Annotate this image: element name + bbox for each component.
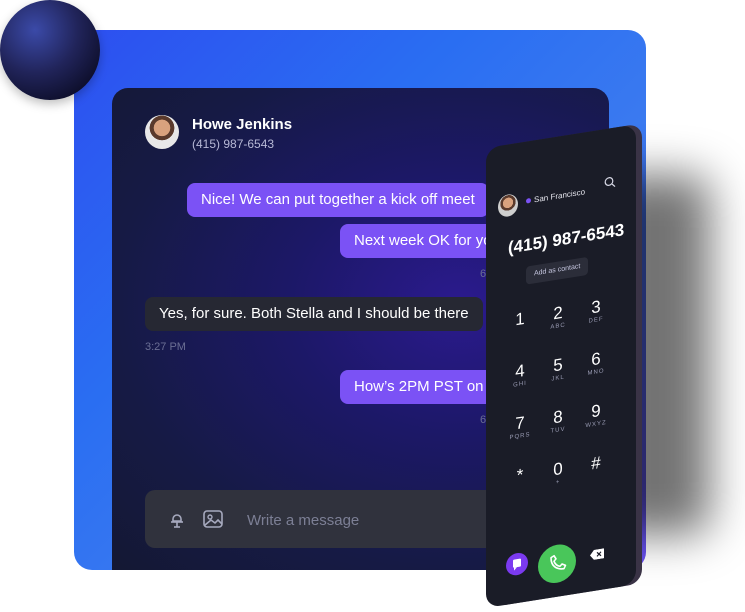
message-bubble-outgoing[interactable]: Nice! We can put together a kick off mee… xyxy=(187,183,489,217)
keypad-key-9[interactable]: 9 WXYZ xyxy=(578,400,614,432)
keypad-key-3[interactable]: 3 DEF xyxy=(578,296,614,328)
location-dot-icon xyxy=(526,198,531,205)
dialer-phone: San Francisco (415) 987-6543 Add as cont… xyxy=(486,124,636,608)
call-button[interactable] xyxy=(538,541,576,586)
phone-icon xyxy=(550,554,567,570)
key-digit: # xyxy=(591,452,601,474)
add-contact-button[interactable]: Add as contact xyxy=(526,256,589,285)
keypad-key-8[interactable]: 8 TUV xyxy=(540,406,576,438)
keypad-key-7[interactable]: 7 PQRS xyxy=(502,412,538,444)
keypad-key-0[interactable]: 0 + xyxy=(540,458,576,490)
keypad-key-star[interactable]: * xyxy=(502,464,538,488)
keypad-key-2[interactable]: 2 ABC xyxy=(540,302,576,334)
keypad-key-5[interactable]: 5 JKL xyxy=(540,354,576,386)
key-digit: * xyxy=(516,465,524,486)
search-icon[interactable] xyxy=(604,175,616,189)
message-bubble-outgoing[interactable]: Next week OK for yo xyxy=(340,224,506,258)
key-digit: 1 xyxy=(515,308,525,330)
message-button[interactable] xyxy=(506,551,528,577)
dialer-location-label: San Francisco xyxy=(534,187,586,205)
chat-icon xyxy=(513,558,521,571)
contact-phone: (415) 987-6543 xyxy=(192,137,275,151)
contact-avatar[interactable] xyxy=(145,115,179,149)
keypad: 1 2 ABC 3 DEF 4 GHI 5 JKL 6 MNO 7 PQRS 8 TUV 9W… xyxy=(500,295,620,486)
microphone-icon[interactable] xyxy=(167,510,187,530)
dialer-location: San Francisco xyxy=(526,187,585,205)
decorative-orb xyxy=(0,0,100,100)
keypad-key-6[interactable]: 6 MNO xyxy=(578,348,614,380)
message-bubble-outgoing[interactable]: How’s 2PM PST on T xyxy=(340,370,511,404)
dialed-number: (415) 987-6543 xyxy=(508,220,625,258)
keypad-key-hash[interactable]: # xyxy=(578,452,614,476)
dialer-screen: San Francisco (415) 987-6543 Add as cont… xyxy=(486,124,636,608)
message-timestamp: 3:27 PM xyxy=(145,341,186,353)
dialer-avatar xyxy=(498,192,518,219)
image-icon[interactable] xyxy=(202,509,224,529)
contact-name: Howe Jenkins xyxy=(192,116,293,133)
keypad-key-4[interactable]: 4 GHI xyxy=(502,360,538,392)
keypad-key-1[interactable]: 1 xyxy=(502,308,538,332)
message-bubble-incoming[interactable]: Yes, for sure. Both Stella and I should … xyxy=(145,297,483,331)
backspace-icon[interactable] xyxy=(590,548,604,560)
